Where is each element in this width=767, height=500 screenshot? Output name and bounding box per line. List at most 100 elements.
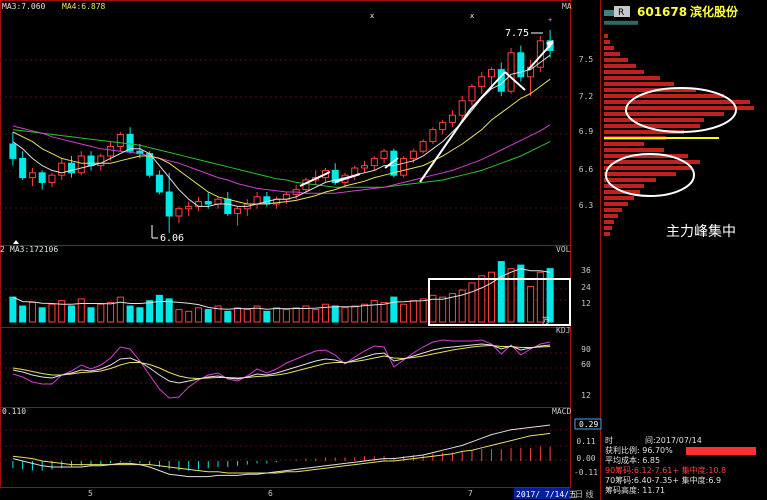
info-chip-height: 筹码高度: 11.71 (605, 485, 665, 495)
candle-body (468, 85, 476, 102)
volume-bar (38, 307, 46, 323)
candle-body (487, 69, 496, 78)
volume-bar (155, 294, 163, 323)
kdj-j-line (12, 339, 551, 399)
macd-value-label: 0.110 (2, 407, 26, 416)
volume-bar (390, 296, 398, 323)
axis-macd-tick: 0.00 (576, 454, 595, 463)
volume-bar (419, 298, 427, 323)
info-chip70: 70筹码:6.40-7.35+ 集中度:6.9 (605, 475, 721, 485)
candle-body (175, 208, 183, 217)
stock-box-label: R (618, 8, 624, 18)
candle-body (263, 196, 271, 205)
top-marker: x (370, 12, 374, 20)
axis-price-tick: 6.6 (579, 165, 594, 174)
candle-body (28, 172, 36, 179)
volume-bar (507, 268, 515, 323)
volume-bar (9, 296, 17, 323)
price-ma3-label: MA3:7.060 (2, 2, 46, 11)
volume-bar (126, 305, 134, 323)
vol-ma3-label: MA3:172106 (10, 245, 58, 254)
high-price-label: 7.75 (505, 28, 529, 39)
volume-bar (77, 298, 85, 323)
chip-bar (604, 118, 704, 122)
chip-bar (604, 202, 628, 206)
ma5-line (12, 54, 551, 207)
top-marker: + (548, 16, 552, 24)
volume-bar (19, 305, 27, 323)
volume-bar (409, 300, 417, 323)
chip-bar (604, 46, 614, 50)
volume-bar (28, 301, 36, 323)
volume-bar (497, 261, 505, 323)
period-tab[interactable]: 日 线 (575, 489, 594, 499)
volume-bar (292, 307, 300, 323)
volume-bar (341, 307, 349, 323)
vol-corner-label: VOL (556, 245, 571, 254)
x-tick-6: 6 (268, 489, 273, 498)
candle-body (507, 52, 515, 92)
volume-bar (263, 310, 271, 323)
volume-bar (67, 305, 76, 323)
candle-body (448, 114, 456, 123)
volume-bar (175, 309, 183, 323)
win-ratio-bar (686, 447, 756, 455)
stock-code: 601678 (637, 5, 687, 19)
price-ma4-label: MA4:6.878 (62, 2, 106, 11)
main-peak-label: 主力峰集中 (666, 223, 736, 240)
volume-bar (136, 307, 144, 323)
vol-lead-label: 2 (0, 245, 5, 254)
bottom-marker (13, 240, 19, 244)
x-tick-5: 5 (88, 489, 93, 498)
volume-bar (517, 264, 525, 323)
axis-price-tick: 7.2 (579, 92, 594, 101)
volume-bar (273, 307, 281, 323)
chip-bar (604, 124, 700, 128)
chip-bar (604, 94, 724, 98)
volume-bar (439, 296, 447, 323)
stock-name: 滨化股份 (690, 4, 739, 19)
candle-body (155, 174, 163, 193)
chip-bar (604, 142, 644, 146)
axis-kdj-tick: 90 (581, 345, 591, 354)
volume-bar (527, 285, 535, 323)
chip-bar (604, 52, 620, 56)
axis-price-tick: 7.5 (579, 55, 594, 64)
candle-body (58, 162, 66, 176)
axis-vol-tick: 24 (581, 283, 591, 292)
candle-body (194, 201, 203, 207)
candle-body (429, 129, 437, 143)
volume-bar (478, 275, 486, 323)
macd-corner-label: MACD (552, 407, 571, 416)
volume-panel (9, 261, 571, 326)
candle-body (419, 141, 427, 152)
candle-body (9, 143, 17, 159)
volume-bar (282, 309, 290, 323)
chip-bar (604, 64, 636, 68)
axis-vol-tick: 36 (581, 266, 591, 275)
candle-body (380, 150, 388, 159)
chip-bar (604, 196, 634, 200)
candle-body (38, 172, 46, 183)
x-tick-7: 7 (468, 489, 473, 498)
kdj-k-line (12, 343, 551, 384)
kdj-d-line (12, 344, 551, 380)
candle-body (185, 205, 193, 210)
chip-bar (604, 100, 750, 104)
volume-bar (468, 282, 476, 323)
chip-distribution-panel (604, 10, 754, 236)
chip-bar (604, 232, 610, 236)
candle-body (253, 196, 261, 205)
axis-price-tick: 6.9 (579, 127, 594, 136)
volume-bar (224, 310, 232, 323)
macd-panel (12, 424, 551, 478)
chip-bar (604, 40, 610, 44)
chip-bar (604, 148, 664, 152)
volume-bar (87, 307, 95, 323)
volume-bar (116, 296, 124, 323)
volume-bar (546, 268, 554, 323)
axis-kdj-tick: 60 (581, 360, 591, 369)
volume-bar (107, 301, 115, 323)
chip-bar (604, 214, 618, 218)
volume-bar (97, 303, 105, 323)
